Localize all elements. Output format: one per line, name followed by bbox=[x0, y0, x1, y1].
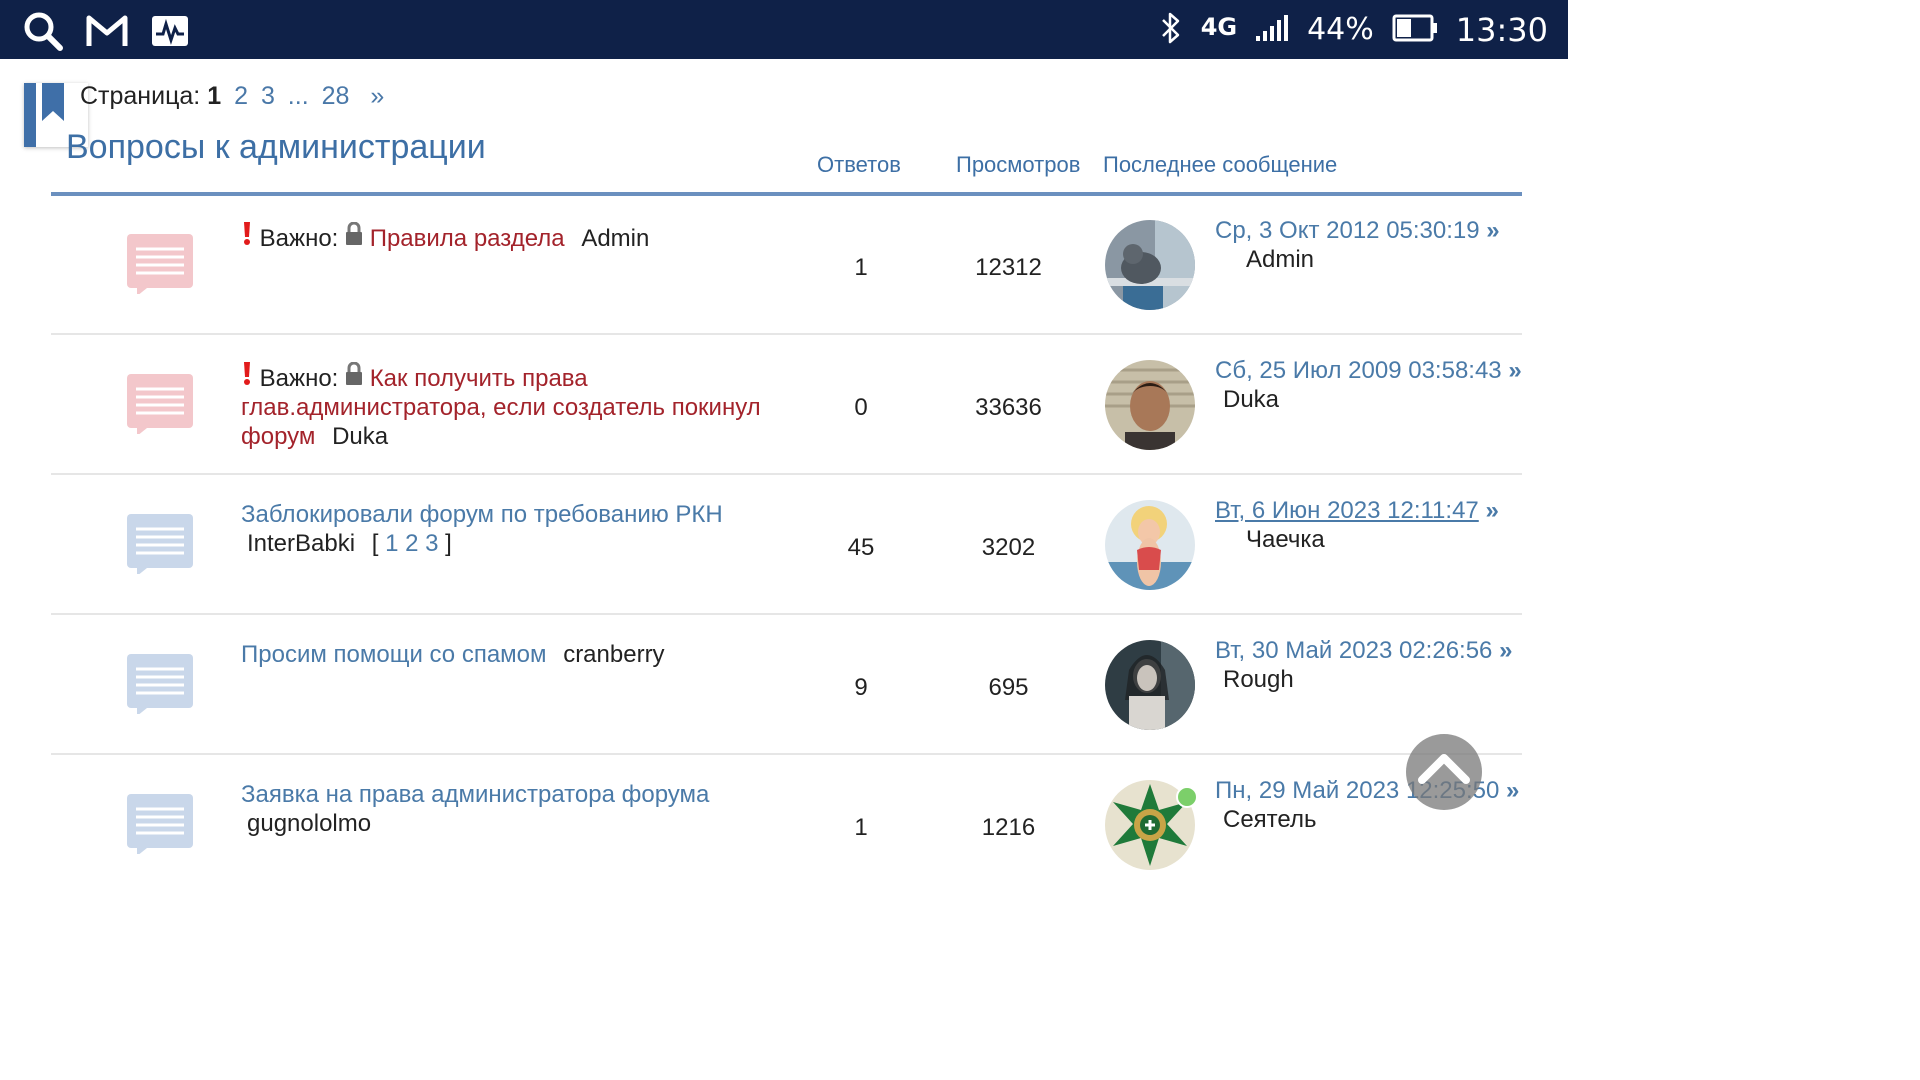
column-header-last-post: Последнее сообщение bbox=[1103, 152, 1338, 177]
last-post: Вт, 30 Май 2023 02:26:56 » Rough bbox=[1215, 636, 1535, 694]
important-label: Важно: bbox=[259, 365, 339, 392]
topic-author[interactable]: InterBabki bbox=[247, 530, 355, 557]
views-count: 695 bbox=[988, 674, 1029, 701]
clock: 13:30 bbox=[1455, 10, 1548, 49]
last-post: Вт, 6 Июн 2023 12:11:47 » Чаечка bbox=[1215, 496, 1555, 554]
last-post-date-link[interactable]: Вт, 6 Июн 2023 12:11:47 bbox=[1215, 497, 1479, 524]
topic-author[interactable]: gugnololmo bbox=[247, 810, 371, 837]
important-icon bbox=[241, 222, 253, 252]
bluetooth-icon bbox=[1159, 11, 1183, 49]
column-header-replies: Ответов bbox=[817, 152, 901, 177]
lock-icon bbox=[345, 221, 363, 252]
topic-pages-close: ] bbox=[445, 530, 452, 557]
activity-monitor-icon bbox=[150, 14, 190, 53]
last-post-user[interactable]: Чаечка bbox=[1246, 526, 1325, 553]
battery-icon bbox=[1392, 14, 1438, 46]
battery-percent: 44% bbox=[1307, 12, 1374, 47]
replies-count: 1 bbox=[854, 254, 868, 281]
column-header-views: Просмотров bbox=[956, 152, 1081, 177]
last-post-user[interactable]: Rough bbox=[1223, 666, 1294, 693]
topic-pages: [ 1 2 3 ] bbox=[372, 530, 452, 557]
topic-page-link-2[interactable]: 2 bbox=[405, 530, 418, 557]
replies-count: 0 bbox=[854, 394, 868, 421]
status-bar: 4G 44% 13:30 bbox=[0, 0, 1568, 59]
avatar[interactable] bbox=[1105, 220, 1195, 310]
views-count: 33636 bbox=[975, 394, 1042, 421]
topic-title-block: Важно: Правила раздела Admin bbox=[241, 221, 781, 253]
last-post-arrow-link[interactable]: » bbox=[1485, 497, 1498, 524]
last-post-user[interactable]: Сеятель bbox=[1223, 806, 1316, 833]
row-divider bbox=[51, 753, 1522, 755]
important-label: Важно: bbox=[259, 225, 339, 252]
current-page: 1 bbox=[207, 82, 222, 110]
online-status-indicator bbox=[1176, 786, 1198, 808]
topic-title-link[interactable]: Заблокировали форум по требованию РКН bbox=[241, 501, 723, 528]
forum-title[interactable]: Вопросы к администрации bbox=[66, 128, 486, 167]
last-post: Ср, 3 Окт 2012 05:30:19 » Admin bbox=[1215, 216, 1535, 274]
topic-page-link-3[interactable]: 3 bbox=[425, 530, 438, 557]
topic-status-icon bbox=[127, 794, 193, 859]
topic-author[interactable]: Admin bbox=[581, 225, 649, 252]
last-post-arrow-link[interactable]: » bbox=[1486, 217, 1499, 244]
topic-title-link[interactable]: Заявка на права администратора форума bbox=[241, 781, 709, 808]
topic-title-link[interactable]: Просим помощи со спамом bbox=[241, 641, 547, 668]
topic-status-icon bbox=[127, 654, 193, 719]
topic-page-link-1[interactable]: 1 bbox=[385, 530, 398, 557]
topic-row: Важно: Правила раздела Admin 1 12312 Ср,… bbox=[51, 196, 1522, 335]
signal-icon bbox=[1255, 14, 1289, 46]
topic-status-icon bbox=[127, 514, 193, 579]
pagination: Страница: 1 2 3 ... 28 » bbox=[80, 82, 384, 111]
topic-pages-open: [ bbox=[371, 530, 379, 557]
topic-row: Просим помощи со спамом cranberry 9 695 … bbox=[51, 616, 1522, 755]
avatar[interactable] bbox=[1105, 500, 1195, 590]
avatar[interactable] bbox=[1105, 640, 1195, 730]
pagination-label: Страница: bbox=[80, 82, 201, 110]
topic-title-block: Просим помощи со спамом cranberry bbox=[241, 640, 781, 669]
next-page-link[interactable]: » bbox=[370, 82, 384, 110]
topic-author[interactable]: cranberry bbox=[563, 641, 664, 668]
chevron-up-icon bbox=[1406, 754, 1482, 814]
replies-count: 45 bbox=[847, 534, 875, 561]
topic-title-block: Заявка на права администратора форума gu… bbox=[241, 780, 781, 838]
views-count: 3202 bbox=[981, 534, 1036, 561]
scroll-to-top-button[interactable] bbox=[1406, 734, 1482, 810]
row-divider bbox=[51, 613, 1522, 615]
last-post-arrow-link[interactable]: » bbox=[1506, 777, 1519, 804]
last-post-arrow-link[interactable]: » bbox=[1508, 357, 1521, 384]
lock-icon bbox=[345, 361, 363, 392]
avatar[interactable] bbox=[1105, 360, 1195, 450]
last-post-date-link[interactable]: Сб, 25 Июл 2009 03:58:43 bbox=[1215, 357, 1502, 384]
search-icon[interactable] bbox=[22, 10, 64, 57]
views-count: 12312 bbox=[975, 254, 1042, 281]
topic-row: Заблокировали форум по требованию РКН In… bbox=[51, 476, 1522, 615]
pagination-ellipsis: ... bbox=[287, 82, 309, 110]
important-icon bbox=[241, 362, 253, 392]
last-post-date-link[interactable]: Вт, 30 Май 2023 02:26:56 bbox=[1215, 637, 1492, 664]
topic-row: Заявка на права администратора форума gu… bbox=[51, 756, 1522, 895]
network-type: 4G bbox=[1200, 12, 1238, 41]
last-post-date-link[interactable]: Ср, 3 Окт 2012 05:30:19 bbox=[1215, 217, 1480, 244]
replies-count: 1 bbox=[854, 814, 868, 841]
topic-title-block: Заблокировали форум по требованию РКН In… bbox=[241, 500, 781, 558]
views-count: 1216 bbox=[981, 814, 1036, 841]
topic-title-block: Важно: Как получить права глав.администр… bbox=[241, 361, 781, 451]
topic-author[interactable]: Duka bbox=[332, 423, 388, 450]
page-link-2[interactable]: 2 bbox=[234, 82, 248, 110]
page-link-last[interactable]: 28 bbox=[322, 82, 350, 110]
row-divider bbox=[51, 473, 1522, 475]
page-link-3[interactable]: 3 bbox=[261, 82, 275, 110]
replies-count: 9 bbox=[854, 674, 868, 701]
topic-row: Важно: Как получить права глав.администр… bbox=[51, 336, 1522, 475]
row-divider bbox=[51, 333, 1522, 335]
topic-status-icon bbox=[127, 234, 193, 299]
last-post-user[interactable]: Admin bbox=[1246, 246, 1314, 273]
topic-status-icon bbox=[127, 374, 193, 439]
last-post: Пн, 29 Май 2023 12:25:50 » Сеятель bbox=[1215, 776, 1535, 834]
last-post-user[interactable]: Duka bbox=[1223, 386, 1279, 413]
last-post: Сб, 25 Июл 2009 03:58:43 » Duka bbox=[1215, 356, 1535, 414]
last-post-arrow-link[interactable]: » bbox=[1499, 637, 1512, 664]
topic-title-link[interactable]: Правила раздела bbox=[370, 225, 565, 252]
gmail-icon bbox=[86, 13, 128, 54]
